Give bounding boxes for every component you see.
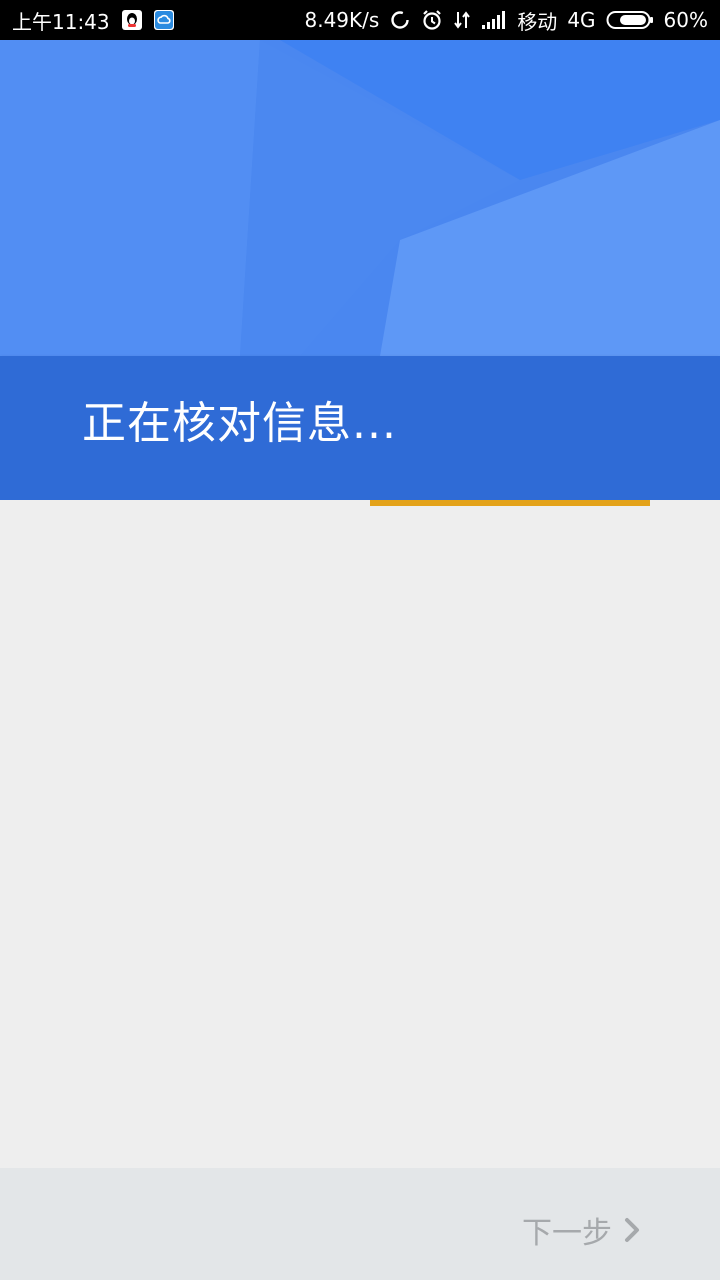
chevron-right-icon [624, 1217, 640, 1243]
next-button-label: 下一步 [522, 1216, 612, 1251]
net-speed: 8.49K/s [304, 8, 380, 32]
status-right: 8.49K/s 移动 4G 60% [305, 6, 709, 35]
status-time: 上午11:43 [12, 9, 110, 34]
battery-icon [606, 9, 654, 31]
alarm-icon [421, 9, 443, 31]
footer: 下一步 [0, 1168, 720, 1280]
data-arrows-icon [453, 9, 471, 31]
status-bar: 上午11:43 8.49K/s 移动 4G 60% [0, 0, 720, 40]
network-type: 4G [567, 8, 596, 32]
status-left: 上午11:43 [12, 6, 174, 35]
battery-percent: 60% [663, 8, 708, 32]
cloud-icon [153, 10, 174, 30]
header: 正在核对信息... [0, 40, 720, 500]
page-title: 正在核对信息... [82, 398, 397, 449]
content-area [0, 506, 720, 1168]
qq-icon [121, 10, 142, 30]
signal-icon [481, 10, 507, 30]
next-button[interactable]: 下一步 [522, 1208, 640, 1252]
carrier-label: 移动 [517, 9, 558, 34]
sync-icon [389, 9, 411, 31]
